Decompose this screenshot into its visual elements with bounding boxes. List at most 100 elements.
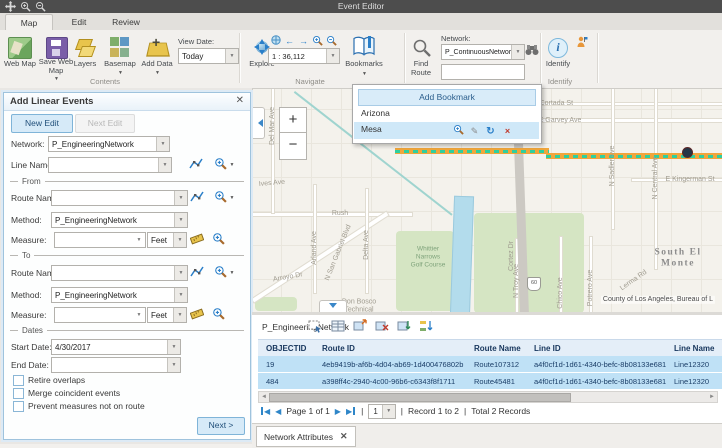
dropdown-button[interactable]	[511, 45, 524, 59]
zoom-out-map-icon[interactable]	[325, 35, 338, 47]
next-extent-icon[interactable]: →	[297, 35, 310, 47]
add-bookmark-button[interactable]: Add Bookmark	[358, 89, 536, 106]
dropdown-button[interactable]	[173, 308, 186, 322]
identify-person-icon[interactable]	[576, 36, 588, 50]
column-header[interactable]: Route Name	[466, 344, 526, 353]
refresh-bookmark-icon[interactable]: ↻	[484, 124, 497, 139]
web-map-button[interactable]	[8, 37, 32, 59]
measure-ruler-icon[interactable]	[190, 307, 204, 323]
next-button[interactable]: Next >	[197, 417, 245, 435]
scroll-left-icon[interactable]: ◄	[261, 393, 267, 401]
previous-extent-icon[interactable]: ←	[283, 35, 296, 47]
dropdown-button[interactable]	[225, 49, 238, 63]
last-page-button[interactable]: ▶	[346, 407, 356, 416]
zoom-in-map-icon[interactable]	[311, 35, 324, 47]
map-zoom-in-button[interactable]: +	[279, 107, 307, 135]
to-method-field[interactable]: P_EngineeringNetwork	[51, 287, 188, 303]
close-icon[interactable]: ✕	[236, 95, 244, 106]
dropdown-button[interactable]	[174, 288, 187, 302]
measure-zoom-icon[interactable]	[212, 232, 225, 247]
basemap-button[interactable]	[110, 37, 130, 57]
to-measure-field[interactable]	[54, 307, 146, 323]
column-header[interactable]: OBJECTID	[258, 344, 314, 353]
dropdown-button[interactable]	[173, 233, 186, 247]
show-selected-records-icon[interactable]	[331, 319, 347, 334]
tab-map[interactable]: Map	[5, 14, 53, 31]
scroll-right-icon[interactable]: ►	[709, 393, 715, 401]
sort-icon[interactable]	[419, 319, 435, 334]
dropdown-button[interactable]	[158, 158, 171, 172]
scrollbar-thumb[interactable]	[269, 393, 571, 402]
save-web-map-button[interactable]	[46, 37, 68, 59]
tab-review[interactable]: Review	[103, 14, 149, 30]
from-measure-field[interactable]	[54, 232, 146, 248]
dropdown-button[interactable]	[133, 308, 145, 322]
network-combobox[interactable]: P_ContinuousNetwork	[441, 44, 525, 60]
dropdown-button[interactable]	[167, 340, 180, 354]
measure-zoom-icon[interactable]	[212, 307, 225, 322]
column-header[interactable]: Line ID	[526, 344, 666, 353]
dropdown-button[interactable]	[174, 213, 187, 227]
horizontal-scrollbar[interactable]: ◄ ►	[258, 391, 718, 403]
dropdown-button[interactable]	[326, 49, 339, 63]
zoom-to-route-icon[interactable]: ▼	[214, 190, 234, 205]
next-edit-button[interactable]: Next Edit	[75, 114, 135, 133]
dropdown-button[interactable]	[156, 137, 169, 151]
bookmarks-button[interactable]	[352, 35, 376, 61]
previous-page-button[interactable]: ◀	[275, 407, 281, 416]
to-route-name-field[interactable]	[51, 265, 188, 281]
next-page-button[interactable]: ▶	[335, 407, 341, 416]
collapse-panel-button[interactable]	[252, 107, 265, 139]
zoom-to-route-icon[interactable]: ▼	[214, 265, 234, 280]
find-route-button[interactable]	[412, 38, 432, 60]
start-date-field[interactable]: 4/30/2017	[51, 339, 181, 355]
view-date-combobox[interactable]: Today	[178, 48, 239, 64]
column-header[interactable]: Route ID	[314, 344, 466, 353]
select-route-on-map-icon[interactable]	[190, 190, 204, 206]
from-method-field[interactable]: P_EngineeringNetwork	[51, 212, 188, 228]
from-route-name-field[interactable]	[51, 190, 188, 206]
delete-bookmark-icon[interactable]: ×	[501, 124, 514, 139]
from-unit-field[interactable]: Feet	[147, 232, 187, 248]
zoom-to-selection-icon[interactable]	[353, 319, 369, 334]
dropdown-button[interactable]	[174, 191, 187, 205]
tab-edit[interactable]: Edit	[58, 14, 100, 30]
select-route-on-map-icon[interactable]	[190, 265, 204, 281]
zoom-to-line-icon[interactable]: ▼	[214, 157, 234, 172]
switch-selection-icon[interactable]	[397, 319, 413, 334]
dropdown-button[interactable]	[382, 405, 395, 418]
to-unit-field[interactable]: Feet	[147, 307, 187, 323]
layers-button[interactable]	[76, 37, 94, 57]
identify-button[interactable]: i	[548, 38, 568, 58]
select-line-on-map-icon[interactable]	[189, 157, 203, 173]
measure-ruler-icon[interactable]	[190, 232, 204, 248]
route-input[interactable]	[441, 64, 525, 80]
network-field[interactable]: P_EngineeringNetwork	[48, 136, 170, 152]
prevent-measures-checkbox[interactable]	[13, 401, 24, 412]
add-data-button[interactable]	[146, 37, 168, 57]
table-row[interactable]: 484 a398ff4c-2940-4c00-96b6-c6343f8f1711…	[258, 373, 722, 390]
bookmark-item-selected[interactable]: Mesa ✎ ↻ ×	[354, 122, 539, 139]
binoculars-icon[interactable]	[525, 44, 539, 58]
page-select[interactable]: 1	[368, 404, 395, 419]
column-header[interactable]: Line Name	[666, 344, 722, 353]
bookmark-item[interactable]: Arizona	[354, 106, 539, 121]
dropdown-button[interactable]	[174, 266, 187, 280]
table-row[interactable]: 19 4eb9419b-af6b-4d04-ab69-1d400476802b …	[258, 356, 722, 373]
zoom-to-bookmark-icon[interactable]	[452, 124, 465, 140]
line-name-field[interactable]	[48, 157, 172, 173]
end-date-field[interactable]	[51, 357, 181, 373]
merge-coincident-checkbox[interactable]	[13, 388, 24, 399]
clear-selection-icon[interactable]	[375, 319, 391, 334]
map-scale-combobox[interactable]: 1 : 36,112	[268, 48, 340, 64]
retire-overlaps-checkbox[interactable]	[13, 375, 24, 386]
full-extent-icon[interactable]	[269, 35, 282, 47]
select-features-icon[interactable]	[308, 319, 324, 334]
edit-bookmark-icon[interactable]: ✎	[468, 124, 481, 139]
close-tab-icon[interactable]: ✕	[340, 431, 348, 442]
first-page-button[interactable]: ◀	[260, 407, 270, 416]
dropdown-button[interactable]	[133, 233, 145, 247]
new-edit-button[interactable]: New Edit	[11, 114, 73, 133]
dropdown-button[interactable]	[167, 358, 180, 372]
map-zoom-out-button[interactable]: −	[279, 132, 307, 160]
